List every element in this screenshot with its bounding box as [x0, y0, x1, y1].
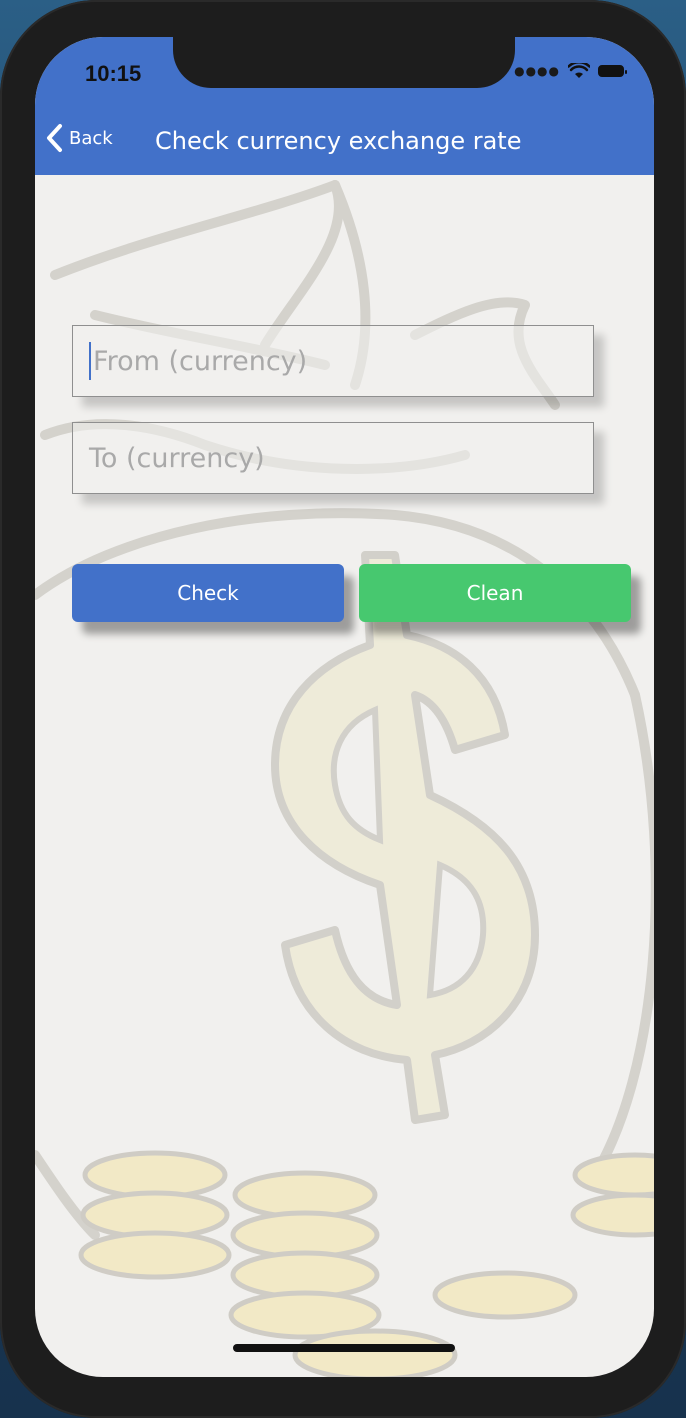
text-cursor — [89, 342, 91, 380]
device-notch — [173, 37, 515, 88]
from-currency-input[interactable]: From (currency) — [72, 325, 594, 397]
page-title: Check currency exchange rate — [155, 127, 522, 155]
to-currency-placeholder: To (currency) — [89, 442, 265, 474]
from-currency-placeholder: From (currency) — [93, 345, 308, 377]
chevron-left-icon — [47, 124, 62, 152]
check-button[interactable]: Check — [72, 564, 344, 622]
to-currency-input[interactable]: To (currency) — [72, 422, 594, 494]
home-indicator[interactable] — [233, 1344, 455, 1352]
back-label: Back — [69, 127, 113, 149]
status-time: 10:15 — [85, 61, 142, 86]
status-icons: ●●●● — [514, 63, 627, 79]
device-frame: 10:15 ●●●● Back Check currency exchange … — [0, 0, 686, 1418]
clean-button[interactable]: Clean — [359, 564, 631, 622]
navigation-bar: 10:15 ●●●● Back Check currency exchange … — [35, 37, 654, 175]
app-screen: 10:15 ●●●● Back Check currency exchange … — [35, 37, 654, 1377]
wifi-icon — [568, 63, 590, 78]
signal-icon: ●●●● — [514, 64, 560, 78]
battery-icon — [598, 65, 627, 77]
back-button[interactable]: Back — [45, 123, 113, 153]
